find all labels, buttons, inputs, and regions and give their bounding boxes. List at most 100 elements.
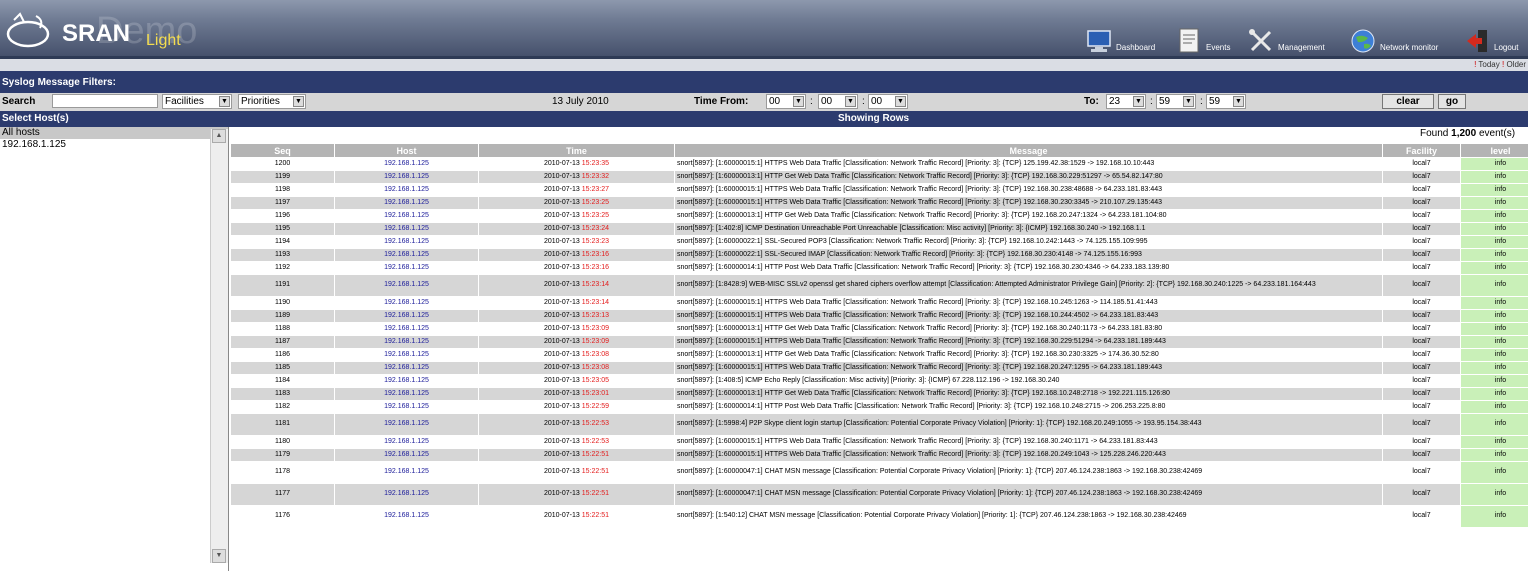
host-option[interactable]: 192.168.1.125 [0,139,228,151]
cell-level: info [1460,322,1528,336]
table-row[interactable]: 1189 192.168.1.125 2010-07-13 15:23:13 snor… [230,309,1528,323]
cell-level: info [1460,157,1528,171]
go-button[interactable]: go [1438,94,1466,109]
table-row[interactable]: 1177 192.168.1.125 2010-07-13 15:22:51 snor… [230,483,1528,506]
table-row[interactable]: 1187 192.168.1.125 2010-07-13 15:23:09 snor… [230,335,1528,349]
to-second-select[interactable]: 59 ▼ [1206,94,1246,109]
cell-host[interactable]: 192.168.1.125 [334,361,479,375]
from-hour-select[interactable]: 00 ▼ [766,94,806,109]
table-row[interactable]: 1191 192.168.1.125 2010-07-13 15:23:14 snor… [230,274,1528,297]
nav-dashboard[interactable]: Dashboard [1086,20,1155,54]
table-row[interactable]: 1181 192.168.1.125 2010-07-13 15:22:53 snor… [230,413,1528,436]
cell-host[interactable]: 192.168.1.125 [334,435,479,449]
cell-level: info [1460,435,1528,449]
table-row[interactable]: 1195 192.168.1.125 2010-07-13 15:23:24 snor… [230,222,1528,236]
col-seq[interactable]: Seq [230,143,335,158]
table-row[interactable]: 1190 192.168.1.125 2010-07-13 15:23:14 snor… [230,296,1528,310]
table-row[interactable]: 1196 192.168.1.125 2010-07-13 15:23:25 snor… [230,209,1528,223]
table-row[interactable]: 1179 192.168.1.125 2010-07-13 15:22:51 snor… [230,448,1528,462]
table-header: Seq Host Time Message Facility level [230,143,1528,158]
cell-level: info [1460,448,1528,462]
globe-icon [1350,28,1376,54]
facilities-select[interactable]: Facilities ▼ [162,94,232,109]
cell-host[interactable]: 192.168.1.125 [334,400,479,414]
cell-host[interactable]: 192.168.1.125 [334,448,479,462]
table-row[interactable]: 1186 192.168.1.125 2010-07-13 15:23:08 snor… [230,348,1528,362]
table-row[interactable]: 1185 192.168.1.125 2010-07-13 15:23:08 snor… [230,361,1528,375]
nav-events[interactable]: Events [1176,20,1230,54]
cell-facility: local7 [1382,505,1461,528]
table-row[interactable]: 1193 192.168.1.125 2010-07-13 15:23:16 snor… [230,248,1528,262]
scroll-down-icon[interactable]: ▼ [212,549,226,563]
clear-button[interactable]: clear [1382,94,1434,109]
col-host[interactable]: Host [334,143,479,158]
cell-time: 2010-07-13 15:23:25 [478,196,675,210]
table-row[interactable]: 1178 192.168.1.125 2010-07-13 15:22:51 snor… [230,461,1528,484]
host-list-scrollbar[interactable]: ▲ ▼ [210,129,228,563]
cell-message: snort[5897]: [1:5998:4] P2P Skype client… [674,413,1383,436]
cell-host[interactable]: 192.168.1.125 [334,348,479,362]
table-row[interactable]: 1183 192.168.1.125 2010-07-13 15:23:01 snor… [230,387,1528,401]
cell-level: info [1460,248,1528,262]
cell-host[interactable]: 192.168.1.125 [334,170,479,184]
cell-host[interactable]: 192.168.1.125 [334,505,479,528]
table-row[interactable]: 1199 192.168.1.125 2010-07-13 15:23:32 snor… [230,170,1528,184]
sran-logo[interactable]: Demo SRAN Light [6,6,226,52]
cell-host[interactable]: 192.168.1.125 [334,322,479,336]
col-message[interactable]: Message [674,143,1383,158]
cell-facility: local7 [1382,413,1461,436]
cell-host[interactable]: 192.168.1.125 [334,335,479,349]
cell-host[interactable]: 192.168.1.125 [334,387,479,401]
cell-host[interactable]: 192.168.1.125 [334,483,479,506]
cell-host[interactable]: 192.168.1.125 [334,183,479,197]
from-second-select[interactable]: 00 ▼ [868,94,908,109]
cell-host[interactable]: 192.168.1.125 [334,461,479,484]
cell-host[interactable]: 192.168.1.125 [334,261,479,275]
cell-time: 2010-07-13 15:23:25 [478,209,675,223]
host-option-all[interactable]: All hosts [0,127,228,139]
cell-host[interactable]: 192.168.1.125 [334,248,479,262]
table-row[interactable]: 1194 192.168.1.125 2010-07-13 15:23:23 snor… [230,235,1528,249]
search-input[interactable] [52,94,158,108]
col-level[interactable]: level [1460,143,1528,158]
cell-host[interactable]: 192.168.1.125 [334,196,479,210]
cell-host[interactable]: 192.168.1.125 [334,235,479,249]
table-row[interactable]: 1176 192.168.1.125 2010-07-13 15:22:51 snor… [230,505,1528,528]
to-minute-select[interactable]: 59 ▼ [1156,94,1196,109]
cell-host[interactable]: 192.168.1.125 [334,157,479,171]
cell-message: snort[5897]: [1:8428:9] WEB-MISC SSLv2 o… [674,274,1383,297]
cell-host[interactable]: 192.168.1.125 [334,274,479,297]
link-older[interactable]: Older [1506,60,1526,69]
nav-network-monitor[interactable]: Network monitor [1350,20,1438,54]
nav-management[interactable]: Management [1248,20,1325,54]
cell-time: 2010-07-13 15:23:09 [478,322,675,336]
col-facility[interactable]: Facility [1382,143,1461,158]
to-hour-select[interactable]: 23 ▼ [1106,94,1146,109]
table-row[interactable]: 1188 192.168.1.125 2010-07-13 15:23:09 snor… [230,322,1528,336]
cell-host[interactable]: 192.168.1.125 [334,222,479,236]
table-row[interactable]: 1197 192.168.1.125 2010-07-13 15:23:25 snor… [230,196,1528,210]
priorities-select[interactable]: Priorities ▼ [238,94,306,109]
cell-seq: 1182 [230,400,335,414]
table-row[interactable]: 1200 192.168.1.125 2010-07-13 15:23:35 snor… [230,157,1528,171]
host-listbox[interactable]: All hosts 192.168.1.125 ▲ ▼ [0,127,229,571]
table-row[interactable]: 1184 192.168.1.125 2010-07-13 15:23:05 snor… [230,374,1528,388]
table-row[interactable]: 1182 192.168.1.125 2010-07-13 15:22:59 snor… [230,400,1528,414]
cell-message: snort[5897]: [1:60000015:1] HTTPS Web Da… [674,448,1383,462]
date-display[interactable]: 13 July 2010 [552,96,609,107]
table-row[interactable]: 1180 192.168.1.125 2010-07-13 15:22:53 snor… [230,435,1528,449]
from-minute-select[interactable]: 00 ▼ [818,94,858,109]
scroll-up-icon[interactable]: ▲ [212,129,226,143]
table-row[interactable]: 1198 192.168.1.125 2010-07-13 15:23:27 snor… [230,183,1528,197]
cell-host[interactable]: 192.168.1.125 [334,413,479,436]
cell-host[interactable]: 192.168.1.125 [334,296,479,310]
nav-logout[interactable]: Logout [1464,20,1518,54]
link-today[interactable]: Today [1478,60,1499,69]
cell-host[interactable]: 192.168.1.125 [334,374,479,388]
cell-time: 2010-07-13 15:23:27 [478,183,675,197]
col-time[interactable]: Time [478,143,675,158]
table-row[interactable]: 1192 192.168.1.125 2010-07-13 15:23:16 snor… [230,261,1528,275]
cell-host[interactable]: 192.168.1.125 [334,309,479,323]
logo-edition: Light [146,32,181,49]
cell-host[interactable]: 192.168.1.125 [334,209,479,223]
